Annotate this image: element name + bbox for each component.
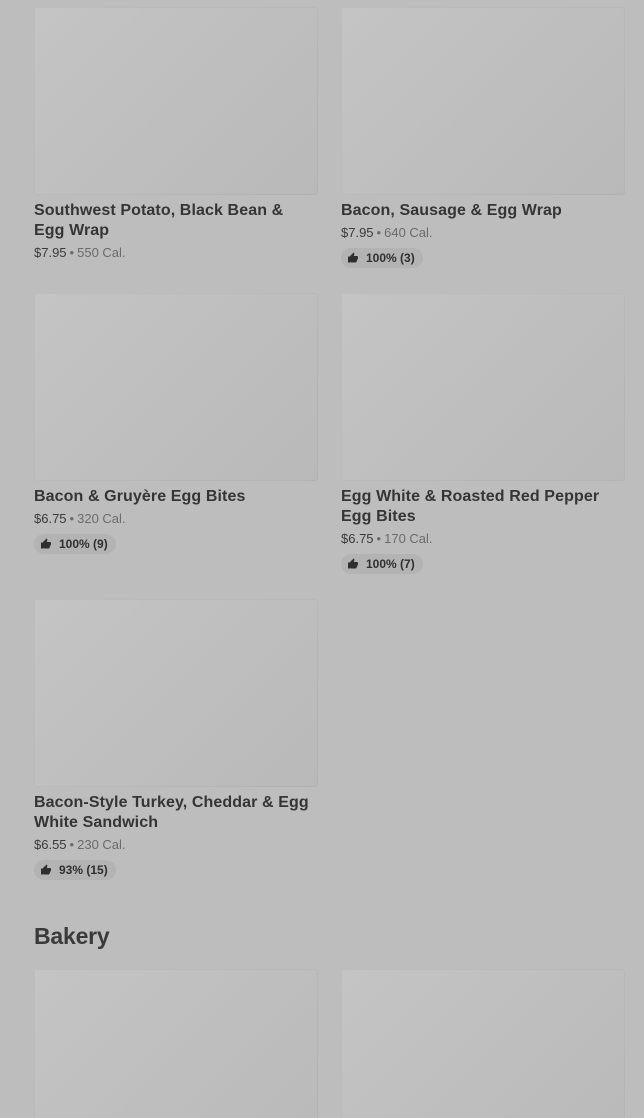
rating-badge: 100% (3) [341, 248, 423, 268]
menu-item-price: $7.95 [341, 225, 374, 240]
thumbs-up-icon [41, 538, 51, 549]
section-title-bakery: Bakery [34, 923, 110, 949]
menu-item-card[interactable]: Bacon & Gruyère Egg Bites $6.75 • 320 Cal.… [34, 293, 318, 555]
menu-item-name[interactable]: Southwest Potato, Black Bean & Egg Wrap [34, 201, 318, 241]
menu-item-name[interactable]: Egg White & Roasted Red Pepper Egg Bites [341, 487, 625, 527]
rating-badge: 93% (15) [34, 860, 116, 880]
rating-text: 100% (3) [366, 251, 415, 265]
menu-item-calories: 230 Cal. [77, 837, 126, 852]
menu-item-card[interactable]: Southwest Potato, Black Bean & Egg Wrap … [34, 7, 318, 262]
menu-item-price: $6.75 [341, 531, 374, 546]
menu-item-calories: 320 Cal. [77, 511, 126, 526]
separator-dot: • [376, 225, 382, 240]
thumbs-up-icon [348, 558, 358, 569]
menu-item-image[interactable] [341, 7, 625, 195]
rating-text: 100% (7) [366, 557, 415, 571]
menu-item-meta: $7.95 • 550 Cal. [34, 244, 318, 262]
menu-item-image[interactable] [341, 969, 625, 1118]
separator-dot: • [69, 511, 75, 526]
menu-item-price: $6.55 [34, 837, 67, 852]
menu-item-image[interactable] [341, 293, 625, 481]
menu-item-image[interactable] [34, 293, 318, 481]
menu-item-meta: $6.75 • 170 Cal. [341, 530, 625, 548]
thumbs-up-icon [41, 864, 51, 875]
thumbs-up-icon [348, 252, 358, 263]
menu-item-calories: 640 Cal. [384, 225, 433, 240]
menu-item-meta: $7.95 • 640 Cal. [341, 224, 625, 242]
rating-text: 100% (9) [59, 537, 108, 551]
menu-item-calories: 550 Cal. [77, 245, 126, 260]
rating-badge: 100% (9) [34, 534, 116, 554]
separator-dot: • [69, 245, 75, 260]
separator-dot: • [376, 531, 382, 546]
separator-dot: • [69, 837, 75, 852]
menu-item-card[interactable]: Bacon-Style Turkey, Cheddar & Egg White … [34, 599, 318, 881]
menu-item-calories: 170 Cal. [384, 531, 433, 546]
menu-item-name[interactable]: Bacon & Gruyère Egg Bites [34, 487, 318, 507]
menu-item-price: $6.75 [34, 511, 67, 526]
menu-item-name[interactable]: Bacon, Sausage & Egg Wrap [341, 201, 625, 221]
rating-text: 93% (15) [59, 863, 108, 877]
menu-page: Southwest Potato, Black Bean & Egg Wrap … [0, 0, 644, 1118]
menu-item-meta: $6.55 • 230 Cal. [34, 836, 318, 854]
menu-item-card[interactable]: Egg White & Roasted Red Pepper Egg Bites… [341, 293, 625, 575]
menu-item-meta: $6.75 • 320 Cal. [34, 510, 318, 528]
bakery-item-card[interactable] [341, 969, 625, 1118]
menu-item-name[interactable]: Bacon-Style Turkey, Cheddar & Egg White … [34, 793, 318, 833]
menu-item-image[interactable] [34, 599, 318, 787]
bakery-item-card[interactable] [34, 969, 318, 1118]
rating-badge: 100% (7) [341, 554, 423, 574]
menu-item-price: $7.95 [34, 245, 67, 260]
menu-item-image[interactable] [34, 969, 318, 1118]
menu-item-image[interactable] [34, 7, 318, 195]
menu-item-card[interactable]: Bacon, Sausage & Egg Wrap $7.95 • 640 Cal.… [341, 7, 625, 269]
